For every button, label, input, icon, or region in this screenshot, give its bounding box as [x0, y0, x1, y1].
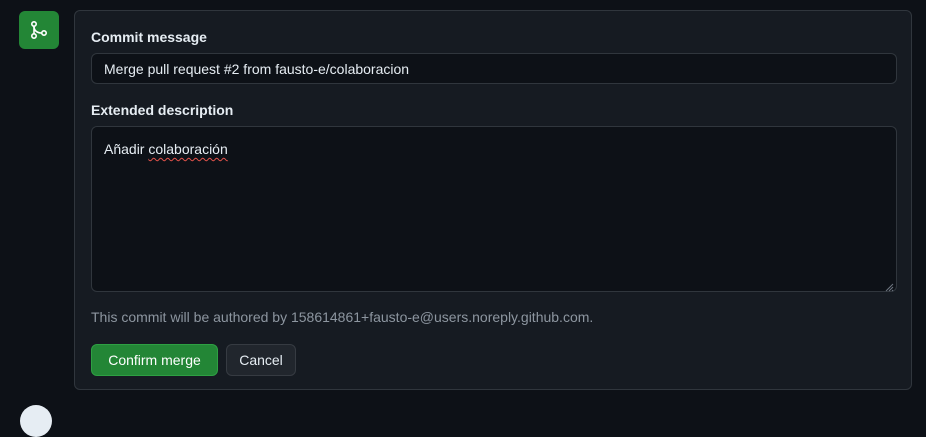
extended-description-text: Añadir colaboración — [104, 141, 228, 157]
commit-message-label: Commit message — [91, 29, 207, 45]
git-merge-icon — [29, 20, 49, 40]
confirm-merge-button[interactable]: Confirm merge — [91, 344, 218, 376]
avatar — [20, 405, 52, 437]
description-word-misspelled: colaboración — [148, 141, 228, 157]
commit-author-note: This commit will be authored by 15861486… — [91, 309, 594, 325]
merge-badge — [19, 11, 59, 49]
commit-message-input[interactable] — [91, 53, 897, 84]
merge-form-panel: Commit message Extended description Añad… — [74, 10, 912, 390]
description-word: Añadir — [104, 141, 145, 157]
extended-description-label: Extended description — [91, 102, 234, 118]
resize-grip-icon[interactable] — [884, 279, 894, 292]
cancel-button[interactable]: Cancel — [226, 344, 296, 376]
timeline-line — [38, 0, 40, 411]
extended-description-textarea[interactable]: Añadir colaboración — [91, 126, 897, 292]
